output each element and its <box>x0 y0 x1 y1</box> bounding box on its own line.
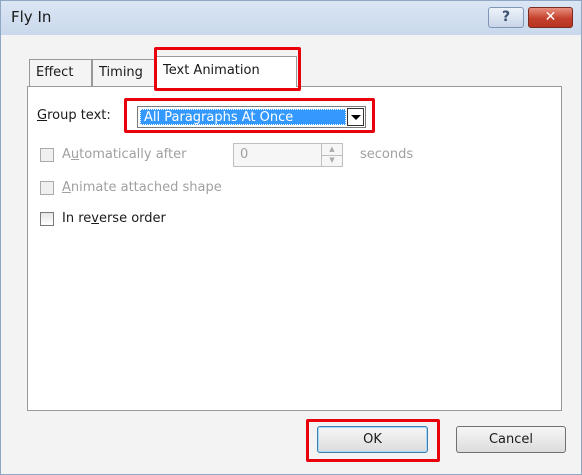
ok-button[interactable]: OK <box>317 426 428 453</box>
group-text-dropdown[interactable]: All Paragraphs At Once <box>137 106 366 128</box>
window-title: Fly In <box>11 8 52 26</box>
help-button[interactable]: ? <box>488 7 524 28</box>
spinner-buttons: ▲ ▼ <box>321 144 342 166</box>
close-button[interactable]: ✕ <box>528 7 573 28</box>
seconds-unit-label: seconds <box>360 147 414 162</box>
group-text-label: Group text: <box>37 108 111 123</box>
fly-in-dialog: Fly In ? ✕ Effect Timing Text Animation … <box>0 0 582 475</box>
reverse-order-label: In reverse order <box>62 211 166 226</box>
tab-timing[interactable]: Timing <box>92 59 156 86</box>
auto-after-checkbox[interactable] <box>40 148 54 162</box>
reverse-order-checkbox[interactable] <box>40 212 54 226</box>
help-icon: ? <box>501 9 511 25</box>
animate-shape-checkbox[interactable] <box>40 181 54 195</box>
auto-after-label: Automatically after <box>62 147 187 162</box>
animate-shape-label: Animate attached shape <box>62 180 222 195</box>
close-icon: ✕ <box>544 9 557 25</box>
spin-down-icon[interactable]: ▼ <box>322 155 342 166</box>
dropdown-arrow-icon[interactable] <box>347 108 364 126</box>
seconds-value: 0 <box>240 147 249 162</box>
auto-after-seconds-spinner[interactable]: 0 ▲ ▼ <box>233 143 343 167</box>
tab-effect[interactable]: Effect <box>29 59 92 86</box>
tab-text-animation[interactable]: Text Animation <box>156 56 297 87</box>
tab-panel <box>27 86 562 411</box>
cancel-button[interactable]: Cancel <box>456 426 566 453</box>
group-text-selected-value: All Paragraphs At Once <box>140 109 346 125</box>
title-bar[interactable]: Fly In ? ✕ <box>1 1 581 35</box>
